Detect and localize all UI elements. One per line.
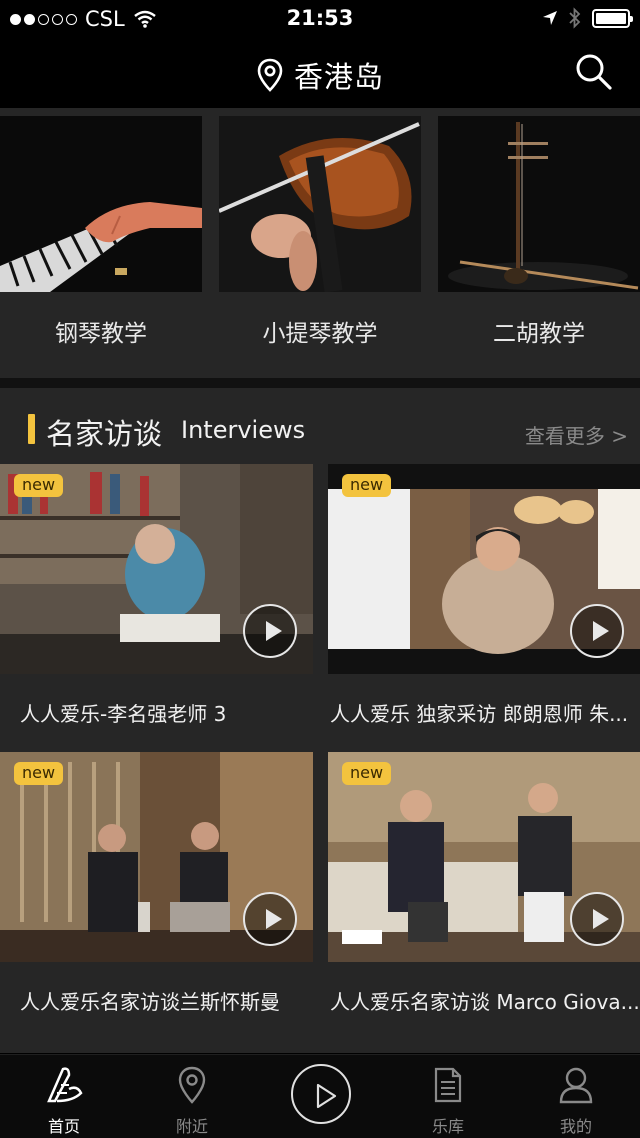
erhu-image xyxy=(438,116,640,292)
tab-label: 乐库 xyxy=(431,1117,464,1136)
search-icon[interactable] xyxy=(574,52,614,92)
section-divider xyxy=(0,378,640,388)
video-thumbnail: new xyxy=(0,464,313,674)
video-thumbnail: new xyxy=(328,464,640,674)
play-icon[interactable] xyxy=(570,604,624,658)
video-thumbnail: new xyxy=(328,752,640,962)
home-music-icon xyxy=(0,1065,128,1105)
section-accent-bar xyxy=(28,414,35,444)
user-icon xyxy=(512,1065,640,1105)
tab-home[interactable]: 首页 xyxy=(0,1065,128,1137)
interview-card[interactable]: new 人人爱乐名家访谈兰斯怀斯曼 xyxy=(0,752,313,1038)
battery-icon xyxy=(592,8,633,28)
interviews-section: 名家访谈 Interviews 查看更多 > new 人人爱乐-李名强老师 3 … xyxy=(0,388,640,1053)
bottom-tab-bar: 首页 附近 乐库 我的 xyxy=(0,1054,640,1138)
category-label: 钢琴教学 xyxy=(55,321,147,347)
see-more-link[interactable]: 查看更多 > xyxy=(525,420,628,449)
tab-label: 附近 xyxy=(175,1117,208,1136)
interview-card[interactable]: new 人人爱乐 独家采访 郎朗恩师 朱... xyxy=(328,464,640,750)
location-title: 香港岛 xyxy=(293,60,384,94)
interview-card[interactable]: new 人人爱乐-李名强老师 3 xyxy=(0,464,313,750)
tab-profile[interactable]: 我的 xyxy=(512,1065,640,1137)
category-strip: 钢琴教学 小提琴教学 二胡教学 xyxy=(0,108,640,378)
status-right-group xyxy=(542,7,633,29)
location-selector[interactable]: 香港岛 xyxy=(0,54,640,96)
tab-library[interactable]: 乐库 xyxy=(384,1065,512,1137)
new-badge: new xyxy=(14,762,64,785)
category-piano[interactable]: 钢琴教学 xyxy=(0,116,202,370)
section-header: 名家访谈 Interviews 查看更多 > xyxy=(0,408,640,452)
category-label: 小提琴教学 xyxy=(262,321,378,347)
category-erhu[interactable]: 二胡教学 xyxy=(438,116,640,370)
status-bar: CSL 21:53 xyxy=(0,0,640,38)
music-library-icon xyxy=(384,1065,512,1105)
new-badge: new xyxy=(14,474,64,497)
video-thumbnail: new xyxy=(0,752,313,962)
category-violin[interactable]: 小提琴教学 xyxy=(219,116,421,370)
card-title: 人人爱乐名家访谈兰斯怀斯曼 xyxy=(20,989,280,1014)
piano-image xyxy=(0,116,202,292)
bluetooth-icon xyxy=(569,7,581,29)
play-icon[interactable] xyxy=(570,892,624,946)
category-label: 二胡教学 xyxy=(493,321,585,347)
violin-image xyxy=(219,116,421,292)
location-pin-icon xyxy=(128,1065,256,1105)
section-title: 名家访谈 xyxy=(46,417,163,451)
card-title: 人人爱乐 独家采访 郎朗恩师 朱... xyxy=(330,701,629,726)
tab-label: 首页 xyxy=(47,1117,80,1136)
play-icon[interactable] xyxy=(243,604,297,658)
tab-label: 我的 xyxy=(559,1117,592,1136)
play-center-icon[interactable] xyxy=(291,1064,351,1124)
card-title: 人人爱乐-李名强老师 3 xyxy=(20,701,227,726)
interview-card[interactable]: new 人人爱乐名家访谈 Marco Giova... xyxy=(328,752,640,1038)
new-badge: new xyxy=(342,474,392,497)
location-arrow-icon xyxy=(543,11,557,25)
tab-nearby[interactable]: 附近 xyxy=(128,1065,256,1137)
new-badge: new xyxy=(342,762,392,785)
card-title: 人人爱乐名家访谈 Marco Giova... xyxy=(330,989,640,1014)
section-subtitle: Interviews xyxy=(181,416,306,444)
map-pin-icon xyxy=(257,58,283,92)
top-header: 香港岛 xyxy=(0,38,640,108)
play-icon[interactable] xyxy=(243,892,297,946)
